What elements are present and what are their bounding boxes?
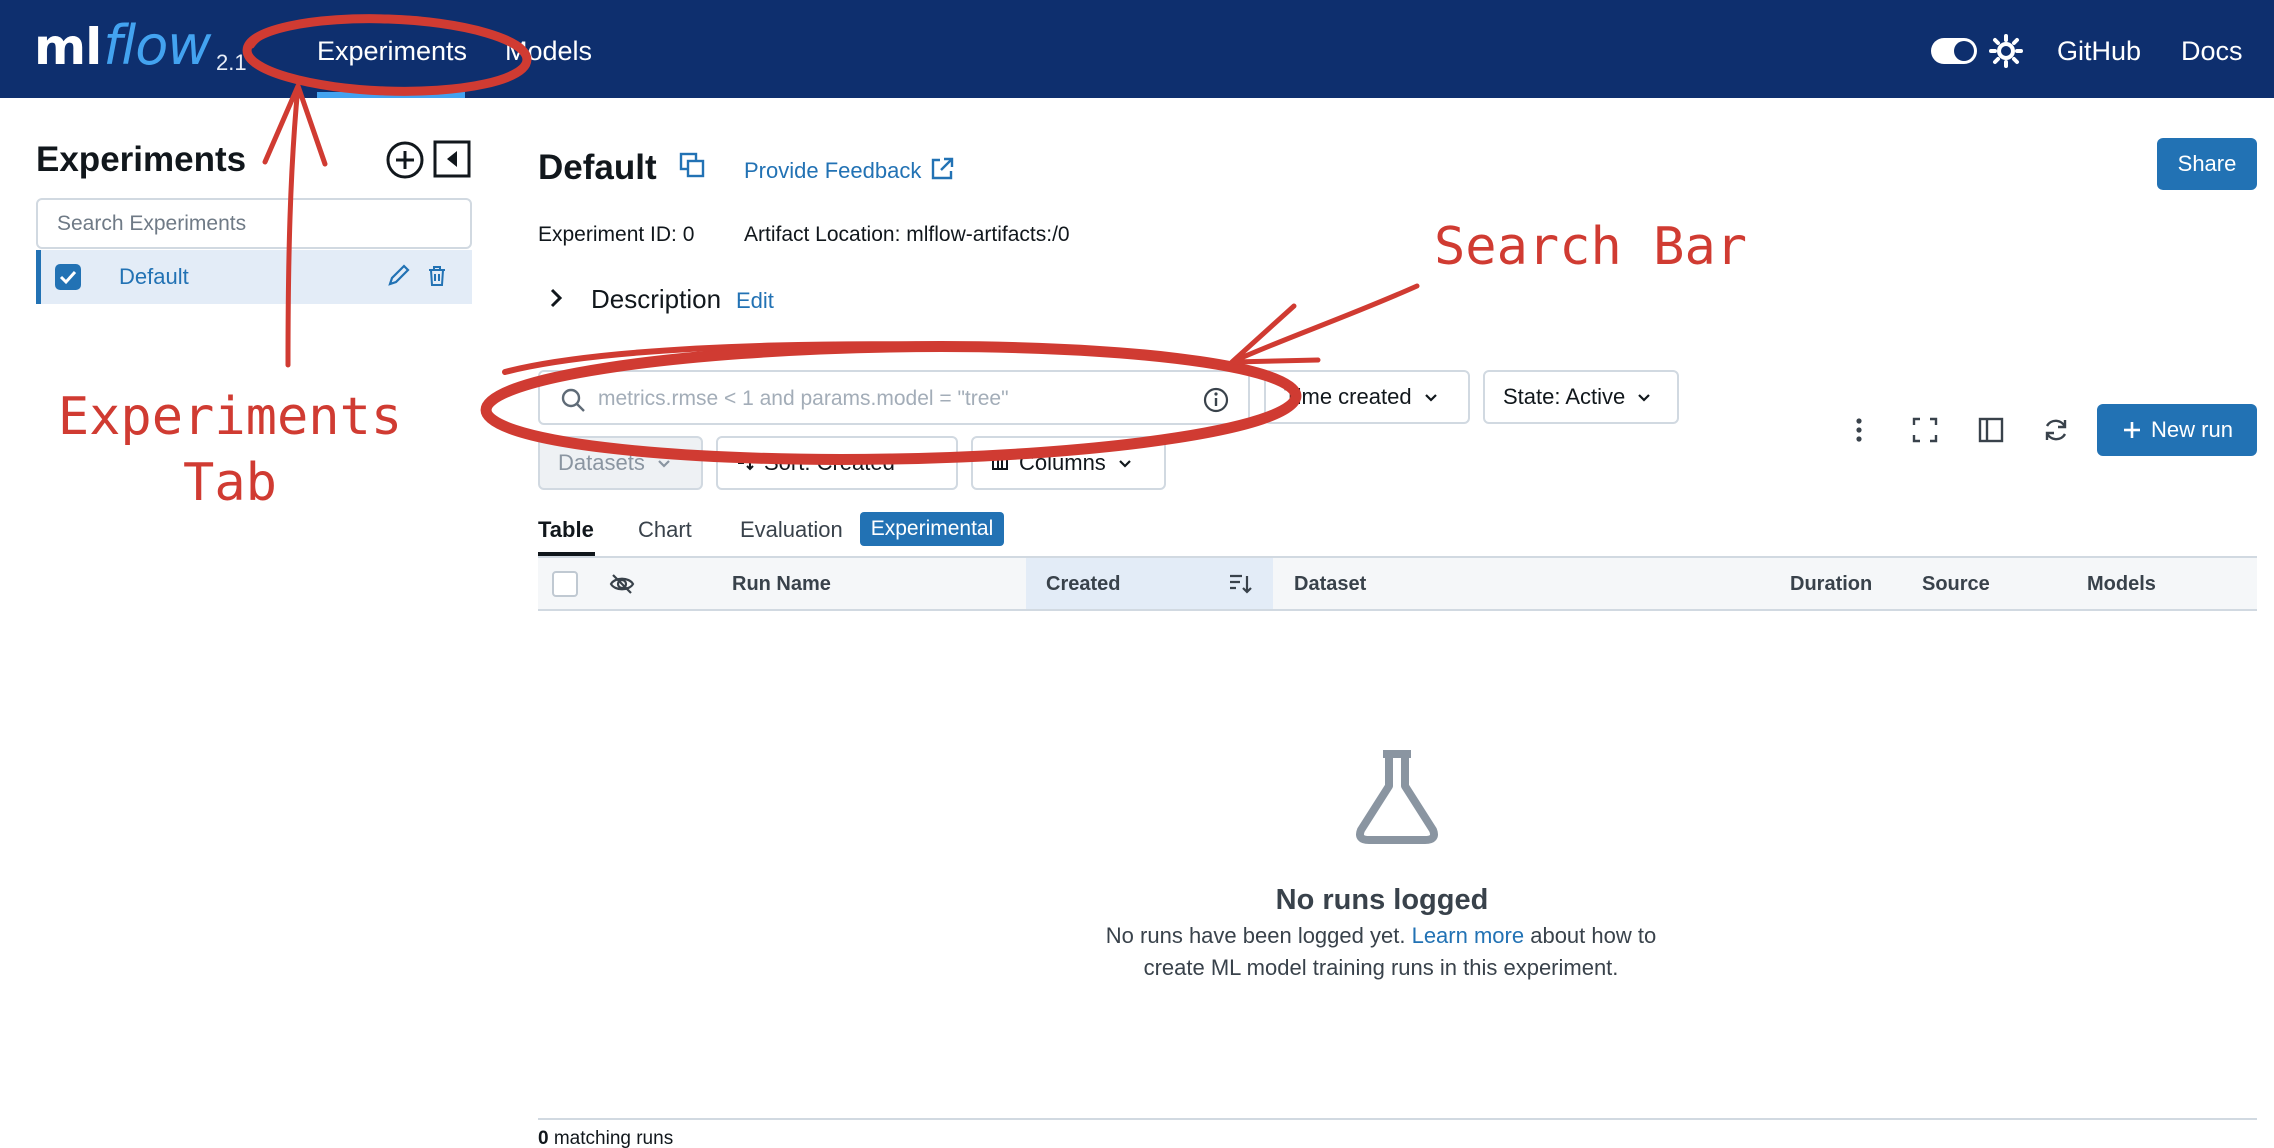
experiments-tab-annotation: Experiments Tab <box>30 384 430 516</box>
empty-state-title: No runs logged <box>1275 884 1489 916</box>
empty-state-text: No runs have been logged yet. <box>1105 923 1406 948</box>
column-header-dataset[interactable]: Dataset <box>1294 573 1366 596</box>
annotation-line-2: Tab <box>183 453 277 513</box>
datasets-label: Datasets <box>558 450 645 475</box>
columns-icon <box>992 456 1008 470</box>
add-experiment-icon[interactable] <box>385 140 425 180</box>
mlflow-logo[interactable]: ml flow <box>34 14 211 84</box>
chevron-down-icon <box>658 460 670 468</box>
annotation-line-1: Experiments <box>57 387 403 447</box>
state-dropdown[interactable]: State: Active <box>1483 370 1679 424</box>
learn-more-link[interactable]: Learn more <box>1412 923 1525 948</box>
columns-dropdown[interactable]: Columns <box>971 436 1166 490</box>
new-run-button[interactable]: New run <box>2097 404 2257 456</box>
tab-evaluation[interactable]: Evaluation <box>740 517 843 543</box>
nav-tab-experiments[interactable]: Experiments <box>317 36 467 67</box>
run-search-bar[interactable] <box>538 370 1250 425</box>
beaker-icon <box>1356 750 1438 844</box>
search-icon <box>561 388 585 412</box>
top-nav-bar: ml flow 2.1 Experiments Models GitHub Doc… <box>0 0 2274 98</box>
nav-link-github[interactable]: GitHub <box>2057 36 2141 67</box>
experiment-name[interactable]: Default <box>119 264 189 290</box>
sun-icon[interactable] <box>1989 34 2023 68</box>
search-bar-circle-overlap <box>502 341 1133 375</box>
datasets-dropdown[interactable]: Datasets <box>538 436 703 490</box>
chevron-right-icon[interactable] <box>545 287 567 309</box>
nav-tab-models[interactable]: Models <box>505 36 592 67</box>
experiment-list-item[interactable]: Default <box>36 250 472 304</box>
logo-ml-text: ml <box>34 18 102 76</box>
description-label[interactable]: Description <box>591 284 721 315</box>
pencil-icon[interactable] <box>386 262 412 290</box>
more-options-icon[interactable] <box>1843 414 1875 446</box>
description-edit-link[interactable]: Edit <box>736 288 774 314</box>
match-count: 0 <box>538 1128 549 1148</box>
external-link-icon[interactable] <box>929 156 955 182</box>
copy-icon[interactable] <box>678 151 706 179</box>
active-tab-indicator <box>317 92 465 98</box>
empty-state-text: about how to <box>1530 923 1657 948</box>
page-title: Default <box>538 148 657 187</box>
fullscreen-icon[interactable] <box>1909 414 1941 446</box>
logo-flow-text: flow <box>103 14 211 77</box>
checkbox-checked-icon[interactable] <box>55 264 81 290</box>
sidebar-title: Experiments <box>36 140 247 179</box>
sort-descending-icon[interactable] <box>1228 571 1254 597</box>
experimental-badge: Experimental <box>860 512 1004 546</box>
info-icon[interactable] <box>1202 386 1230 414</box>
eye-off-icon[interactable] <box>608 570 636 598</box>
version-label: 2.1 <box>216 50 247 75</box>
search-experiments-input[interactable] <box>36 198 472 249</box>
chevron-down-icon <box>1638 394 1651 402</box>
column-header-created[interactable]: Created <box>1046 573 1120 596</box>
chevron-down-icon <box>1119 460 1131 468</box>
column-header-duration[interactable]: Duration <box>1790 573 1872 596</box>
sort-icon <box>738 457 754 471</box>
provide-feedback-link[interactable]: Provide Feedback <box>744 158 921 184</box>
footer-divider <box>538 1118 2257 1120</box>
search-bar-arrow <box>1229 283 1420 365</box>
refresh-icon[interactable] <box>2040 414 2072 446</box>
search-bar-annotation: Search Bar <box>1434 217 1748 277</box>
tab-chart[interactable]: Chart <box>638 517 692 543</box>
trash-icon[interactable] <box>426 264 448 288</box>
nav-link-docs[interactable]: Docs <box>2181 36 2243 67</box>
match-label: matching runs <box>553 1128 674 1148</box>
columns-label: Columns <box>1019 450 1106 475</box>
run-search-input[interactable] <box>598 380 1178 418</box>
column-header-source[interactable]: Source <box>1922 573 1990 596</box>
collapse-sidebar-icon[interactable] <box>433 140 471 178</box>
chevron-down-icon <box>1424 394 1437 402</box>
empty-state-line-2: create ML model training runs in this ex… <box>1143 955 1619 980</box>
tab-table[interactable]: Table <box>538 517 594 543</box>
state-label: State: Active <box>1503 384 1626 409</box>
column-header-run-name[interactable]: Run Name <box>732 573 831 596</box>
time-created-dropdown[interactable]: Time created <box>1264 370 1470 424</box>
matching-runs-count: 0 matching runs <box>538 1128 673 1148</box>
runs-table-header: Run Name Created Dataset Duration Source… <box>538 556 2257 611</box>
empty-state-line-1: No runs have been logged yet. Learn more… <box>0 923 2274 949</box>
theme-toggle[interactable] <box>1931 38 1977 64</box>
experiment-id: Experiment ID: 0 <box>538 223 695 246</box>
time-created-label: Time created <box>1284 384 1412 409</box>
select-all-checkbox[interactable] <box>552 571 578 597</box>
side-panel-icon[interactable] <box>1975 414 2007 446</box>
column-header-models[interactable]: Models <box>2087 573 2156 596</box>
artifact-location: Artifact Location: mlflow-artifacts:/0 <box>744 223 1070 246</box>
sort-label: Sort: Created <box>764 450 895 475</box>
share-button[interactable]: Share <box>2157 138 2257 190</box>
plus-icon <box>2124 422 2141 438</box>
sort-dropdown[interactable]: Sort: Created <box>716 436 958 490</box>
new-run-label: New run <box>2151 417 2233 442</box>
